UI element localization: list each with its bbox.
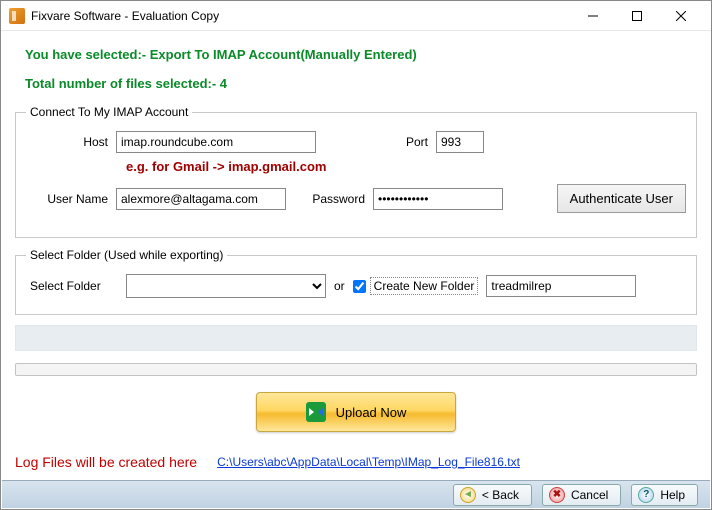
username-input[interactable] xyxy=(116,188,286,210)
upload-button-label: Upload Now xyxy=(336,405,407,420)
minimize-button[interactable] xyxy=(571,2,615,30)
or-text: or xyxy=(334,279,345,293)
log-path-link[interactable]: C:\Users\abc\AppData\Local\Temp\IMap_Log… xyxy=(217,455,520,469)
close-button[interactable] xyxy=(659,2,703,30)
imap-legend: Connect To My IMAP Account xyxy=(26,105,192,119)
folder-group: Select Folder (Used while exporting) Sel… xyxy=(15,248,697,315)
password-input[interactable] xyxy=(373,188,503,210)
upload-now-button[interactable]: Upload Now xyxy=(256,392,456,432)
host-label: Host xyxy=(26,135,116,149)
progress-bar xyxy=(15,363,697,376)
gmail-hint: e.g. for Gmail -> imap.gmail.com xyxy=(126,159,686,174)
create-folder-checkbox[interactable] xyxy=(353,280,366,293)
cancel-icon: ✖ xyxy=(549,487,565,503)
password-label: Password xyxy=(298,192,373,206)
maximize-button[interactable] xyxy=(615,2,659,30)
select-folder-dropdown[interactable] xyxy=(126,274,326,298)
host-input[interactable] xyxy=(116,131,316,153)
folder-legend: Select Folder (Used while exporting) xyxy=(26,248,227,262)
authenticate-button[interactable]: Authenticate User xyxy=(557,184,686,213)
file-count-status: Total number of files selected:- 4 xyxy=(25,76,697,91)
help-button[interactable]: ? Help xyxy=(631,484,698,506)
select-folder-label: Select Folder xyxy=(26,279,126,293)
create-folder-label[interactable]: Create New Folder xyxy=(370,277,479,295)
cancel-button[interactable]: ✖ Cancel xyxy=(542,484,621,506)
status-bar-area xyxy=(15,325,697,351)
log-label: Log Files will be created here xyxy=(15,454,197,470)
new-folder-input[interactable] xyxy=(486,275,636,297)
port-label: Port xyxy=(376,135,436,149)
app-icon xyxy=(9,8,25,24)
username-label: User Name xyxy=(26,192,116,206)
cancel-label: Cancel xyxy=(571,488,608,502)
help-label: Help xyxy=(660,488,685,502)
imap-group: Connect To My IMAP Account Host Port e.g… xyxy=(15,105,697,238)
selection-status: You have selected:- Export To IMAP Accou… xyxy=(25,47,697,62)
arrow-left-icon: ◄ xyxy=(460,487,476,503)
window-title: Fixvare Software - Evaluation Copy xyxy=(31,9,571,23)
back-label: < Back xyxy=(482,488,519,502)
help-icon: ? xyxy=(638,487,654,503)
upload-icon xyxy=(306,402,326,422)
back-button[interactable]: ◄ < Back xyxy=(453,484,532,506)
port-input[interactable] xyxy=(436,131,484,153)
